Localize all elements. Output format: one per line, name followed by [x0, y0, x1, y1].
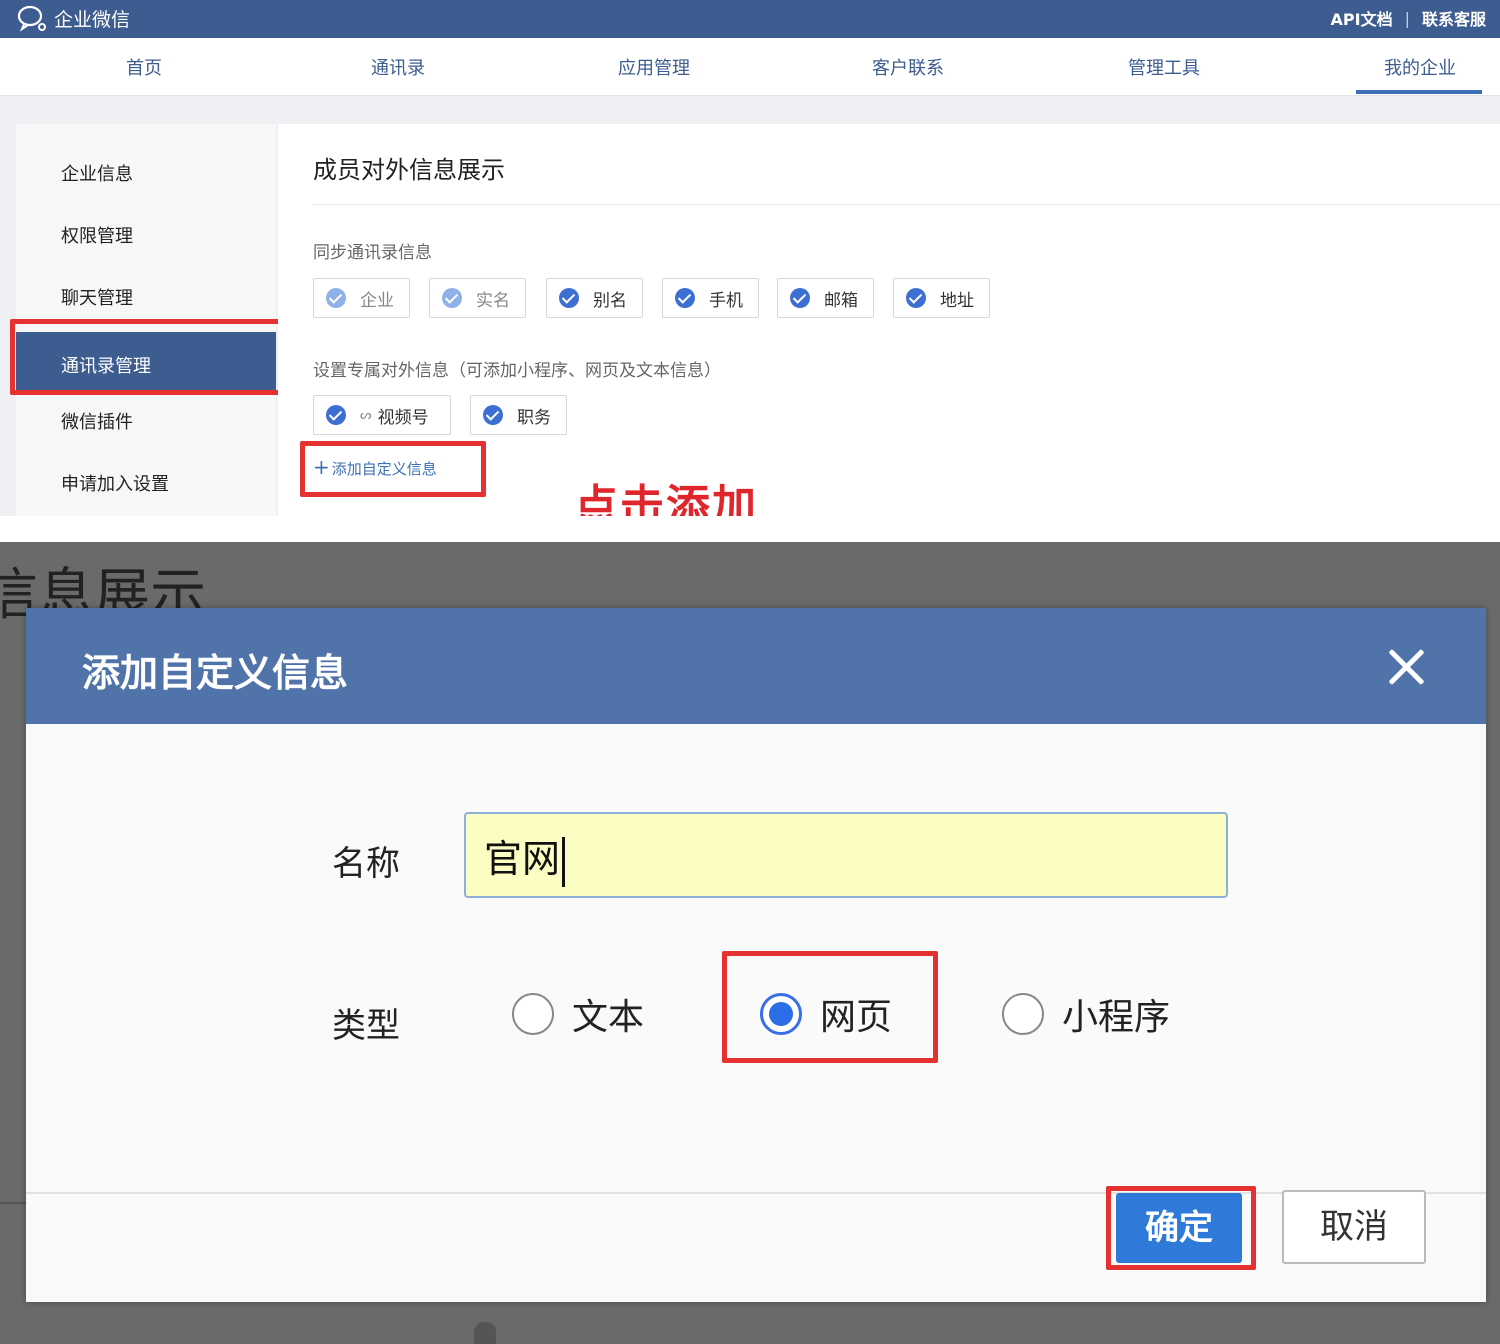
chip-label: 企业	[360, 290, 394, 311]
title-bar: 企业微信 API文档 | 联系客服	[0, 0, 1500, 38]
sidebar-item-wechat-plugin[interactable]: 微信插件	[61, 408, 133, 434]
radio-mini-program[interactable]: 小程序	[1002, 988, 1170, 1040]
chip-label: 手机	[709, 290, 743, 311]
active-tab-indicator	[1356, 90, 1482, 94]
name-input-value: 官网	[484, 837, 561, 881]
chip-mobile[interactable]: 手机	[662, 278, 759, 318]
channels-icon: ᔕ	[360, 407, 372, 423]
highlight-box-webpage-radio	[722, 951, 938, 1063]
radio-label: 文本	[572, 997, 645, 1038]
wecom-logo-icon	[17, 5, 46, 32]
custom-section-label: 设置专属对外信息（可添加小程序、网页及文本信息）	[313, 361, 721, 381]
app-logo[interactable]: 企业微信	[16, 4, 130, 32]
chip-label: 视频号	[377, 407, 429, 428]
close-icon[interactable]	[1386, 646, 1426, 686]
cancel-button[interactable]: 取消	[1282, 1190, 1426, 1264]
api-docs-link[interactable]: API文档	[1331, 6, 1393, 30]
chip-label: 实名	[476, 290, 510, 311]
nav-customer-contact[interactable]: 客户联系	[838, 54, 978, 80]
scrollbar-thumb[interactable]	[474, 1322, 496, 1344]
chip-real-name: 实名	[429, 278, 526, 318]
chip-address[interactable]: 地址	[893, 278, 990, 318]
text-caret	[562, 836, 566, 887]
chip-label: 别名	[593, 290, 627, 311]
radio-label: 小程序	[1062, 997, 1171, 1038]
radio-circle-icon	[512, 993, 554, 1035]
radio-circle-icon	[1002, 993, 1044, 1035]
highlight-box-confirm	[1106, 1186, 1256, 1270]
support-link[interactable]: 联系客服	[1422, 6, 1486, 30]
nav-contacts[interactable]: 通讯录	[328, 54, 468, 80]
chip-position[interactable]: 职务	[470, 395, 567, 435]
chip-label: 职务	[517, 407, 551, 428]
background-divider	[0, 1202, 26, 1204]
chip-enterprise: 企业	[313, 278, 410, 318]
panel-separator	[0, 516, 1500, 542]
divider	[313, 204, 1500, 205]
nav-app-management[interactable]: 应用管理	[584, 54, 724, 80]
check-circle-icon	[442, 288, 462, 308]
highlight-box-add-link	[300, 441, 486, 497]
nav-my-enterprise[interactable]: 我的企业	[1350, 54, 1490, 80]
check-circle-icon	[906, 288, 926, 308]
type-label: 类型	[332, 1006, 400, 1046]
annotation-click-to-add: 点击添加	[574, 481, 758, 516]
sidebar-item-chat-management[interactable]: 聊天管理	[61, 284, 133, 310]
chip-label: 地址	[940, 290, 974, 311]
main-nav: 首页 通讯录 应用管理 客户联系 管理工具 我的企业	[0, 38, 1500, 96]
nav-management-tools[interactable]: 管理工具	[1094, 54, 1234, 80]
nav-home[interactable]: 首页	[74, 54, 214, 80]
name-label: 名称	[332, 844, 400, 884]
chip-alias[interactable]: 别名	[546, 278, 643, 318]
dialog-title: 添加自定义信息	[82, 651, 349, 695]
dialog-footer-divider	[26, 1192, 1486, 1194]
sidebar-item-permissions[interactable]: 权限管理	[61, 222, 133, 248]
check-circle-icon	[559, 288, 579, 308]
name-input[interactable]: 官网	[464, 812, 1228, 898]
chip-label: 邮箱	[824, 290, 858, 311]
check-circle-icon	[483, 405, 503, 425]
page-title: 成员对外信息展示	[313, 156, 505, 184]
link-separator: |	[1404, 8, 1410, 28]
radio-text[interactable]: 文本	[512, 988, 644, 1040]
check-circle-icon	[326, 288, 346, 308]
chip-email[interactable]: 邮箱	[777, 278, 874, 318]
chip-channels[interactable]: ᔕ 视频号	[313, 395, 451, 435]
highlight-box-sidebar	[10, 319, 284, 395]
app-title: 企业微信	[54, 8, 131, 31]
dialog-screenshot: 信息展示 添加自定义信息 名称 官网 类型 文本 网页 小程序 确定 取消	[0, 542, 1500, 1344]
admin-console-screenshot: 企业微信 API文档 | 联系客服 首页 通讯录 应用管理 客户联系 管理工具 …	[0, 0, 1500, 516]
sync-section-label: 同步通讯录信息	[313, 243, 432, 263]
sidebar-item-enterprise-info[interactable]: 企业信息	[61, 160, 133, 186]
sidebar-item-join-settings[interactable]: 申请加入设置	[61, 470, 169, 496]
dialog-header: 添加自定义信息	[26, 608, 1486, 724]
check-circle-icon	[790, 288, 810, 308]
check-circle-icon	[675, 288, 695, 308]
check-circle-icon	[326, 405, 346, 425]
